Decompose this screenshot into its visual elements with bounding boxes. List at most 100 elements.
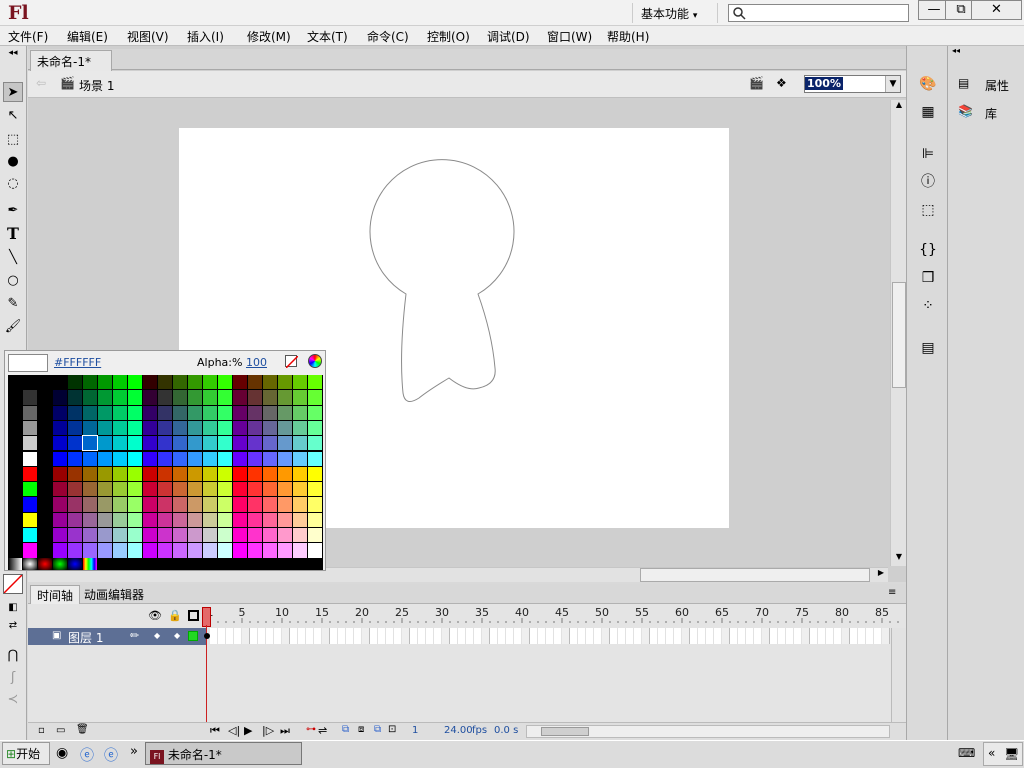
swatch-cell[interactable] [173, 528, 187, 543]
swatch-cell[interactable] [143, 497, 157, 512]
selection-tool-icon[interactable]: ➤ [3, 82, 23, 102]
swatch-cell[interactable] [278, 451, 292, 466]
swatch-cell[interactable] [23, 436, 37, 451]
swatch-cell[interactable] [248, 466, 262, 482]
visibility-dot[interactable]: ◆ [154, 631, 160, 640]
swatch-cell[interactable] [53, 420, 67, 436]
swatch-cell[interactable] [233, 451, 247, 466]
swatch-cell[interactable] [98, 390, 112, 405]
frame-cell[interactable] [490, 628, 498, 644]
swatch-cell[interactable] [218, 482, 232, 497]
tray-network-icon[interactable]: 🖥 [1004, 747, 1019, 761]
frame-cell[interactable] [618, 628, 626, 644]
swatch-cell[interactable] [98, 528, 112, 543]
swatch-cell[interactable] [53, 528, 67, 543]
snap-magnet-icon[interactable]: ⋂ [3, 646, 23, 666]
swatch-cell[interactable] [143, 390, 157, 405]
swatch-cell[interactable] [83, 405, 97, 420]
swatch-cell[interactable] [128, 543, 142, 558]
swatch-cell[interactable] [128, 512, 142, 527]
swatch-cell[interactable] [143, 543, 157, 558]
swatch-cell[interactable] [218, 451, 232, 466]
swatch-cell[interactable] [143, 482, 157, 497]
pen-tool-icon[interactable]: ✒ [3, 201, 23, 221]
swatch-cell[interactable] [83, 375, 97, 390]
frame-cell[interactable] [546, 628, 554, 644]
menu-insert[interactable]: 插入(I) [187, 28, 224, 45]
color-picker-icon[interactable] [308, 354, 322, 368]
swatch-cell[interactable] [218, 375, 232, 390]
swatch-cell[interactable] [128, 451, 142, 466]
frame-cell[interactable] [386, 628, 394, 644]
swatch-cell[interactable] [203, 512, 217, 527]
workspace-switcher[interactable]: 基本功能 ▾ [632, 3, 718, 23]
swatch-cell[interactable] [113, 466, 127, 482]
new-layer-icon[interactable]: ▫ [38, 725, 45, 736]
swatch-cell[interactable] [293, 436, 307, 451]
menu-file[interactable]: 文件(F) [8, 28, 48, 45]
frame-cell[interactable] [506, 628, 514, 644]
swatch-cell[interactable] [263, 451, 277, 466]
frame-cell[interactable] [482, 628, 490, 644]
swatch-cell[interactable] [173, 390, 187, 405]
delete-layer-icon[interactable]: 🗑 [76, 724, 89, 735]
swatch-cell[interactable] [158, 390, 172, 405]
swatch-cell[interactable] [263, 375, 277, 390]
frame-cell[interactable] [514, 628, 522, 644]
swatch-cell[interactable] [203, 375, 217, 390]
oval-tool-icon[interactable]: ○ [3, 271, 23, 291]
3d-rotation-tool-icon[interactable]: ● [3, 152, 23, 172]
swatch-cell[interactable] [83, 390, 97, 405]
swatch-cell[interactable] [53, 482, 67, 497]
swatch-cell[interactable] [278, 375, 292, 390]
tab-motion-editor[interactable]: 动画编辑器 [78, 585, 150, 604]
swatch-cell[interactable] [98, 543, 112, 558]
frame-cell[interactable] [338, 628, 346, 644]
swatch-cell[interactable] [293, 482, 307, 497]
frame-cell[interactable] [586, 628, 594, 644]
swatch-cell[interactable] [263, 482, 277, 497]
swatch-cell[interactable] [68, 405, 82, 420]
swatch-cell[interactable] [278, 543, 292, 558]
swatch-cell[interactable] [98, 512, 112, 527]
scroll-up-icon[interactable]: ▲ [892, 100, 906, 114]
frame-cell[interactable] [530, 628, 538, 644]
frame-cell[interactable] [474, 628, 482, 644]
swatch-cell[interactable] [158, 466, 172, 482]
swatch-cell[interactable] [233, 375, 247, 390]
frame-rate[interactable]: 24.00 [444, 725, 473, 736]
browser-icon[interactable]: ⓔ [104, 745, 118, 765]
swatch-cell[interactable] [293, 390, 307, 405]
transform-panel-icon[interactable]: ⬚ [917, 200, 939, 220]
black-white-icon[interactable]: ◧ [3, 598, 23, 618]
layer-outline-color[interactable] [188, 631, 198, 641]
frame-cell[interactable] [858, 628, 866, 644]
frame-cell[interactable] [362, 628, 370, 644]
menu-commands[interactable]: 命令(C) [367, 28, 409, 45]
swatch-cell[interactable] [113, 528, 127, 543]
swatch-cell[interactable] [233, 405, 247, 420]
swatch-cell[interactable] [218, 512, 232, 527]
frame-cell[interactable] [706, 628, 714, 644]
hex-value[interactable]: #FFFFFF [54, 356, 101, 369]
swatch-cell[interactable] [158, 543, 172, 558]
library-tab[interactable]: 库 [985, 105, 997, 122]
chrome-icon[interactable]: ◉ [56, 745, 68, 761]
swatch-cell[interactable] [143, 451, 157, 466]
ie-icon[interactable]: ⓔ [80, 745, 94, 765]
swatch-cell[interactable] [143, 375, 157, 390]
swatch-cell[interactable] [248, 375, 262, 390]
swatch-cell[interactable] [68, 375, 82, 390]
timeline-vscroll[interactable] [891, 628, 906, 722]
frame-cell[interactable] [866, 628, 874, 644]
timeline-scroll-thumb[interactable] [541, 727, 589, 736]
frame-cell[interactable] [770, 628, 778, 644]
swatch-cell[interactable] [293, 420, 307, 436]
brush-tool-icon[interactable]: 🖌 [3, 317, 23, 337]
swatch-cell[interactable] [233, 497, 247, 512]
taskbar-item-flash[interactable]: Fl 未命名-1* [145, 742, 302, 765]
swatch-cell[interactable] [143, 512, 157, 527]
frame-cell[interactable] [746, 628, 754, 644]
swatch-cell[interactable] [113, 390, 127, 405]
swatch-cell[interactable] [233, 436, 247, 451]
